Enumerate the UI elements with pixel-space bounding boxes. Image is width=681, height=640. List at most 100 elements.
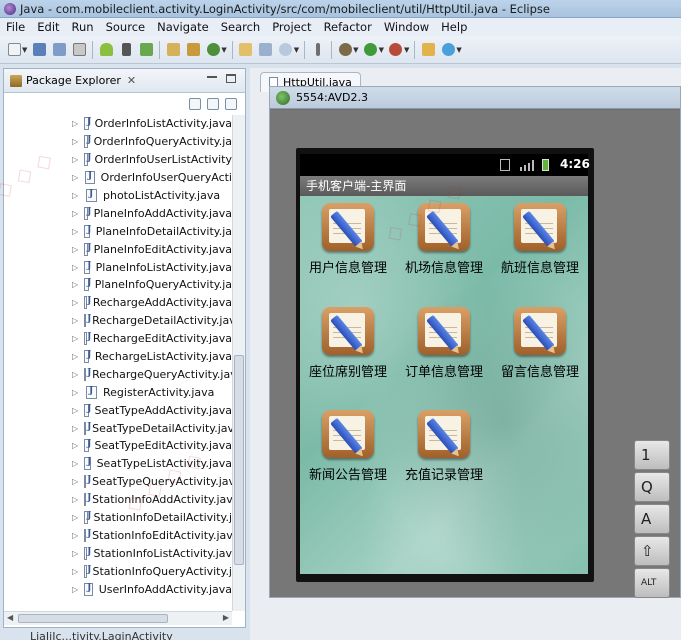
tree-item[interactable]: ▷ RechargeDetailActivity.jav — [4, 312, 232, 330]
chevron-down-icon[interactable]: ▼ — [456, 46, 461, 54]
lint-button[interactable] — [137, 41, 155, 59]
tree-item[interactable]: ▷ RechargeListActivity.java — [4, 348, 232, 366]
device-screen[interactable]: 4:26 手机客户端-主界面 用户信息管理 机场信息管理 航班信息管理 座位席别… — [296, 148, 594, 582]
expand-arrow-icon[interactable]: ▷ — [72, 316, 78, 325]
menu-help[interactable]: Help — [435, 20, 473, 34]
expand-arrow-icon[interactable]: ▷ — [72, 137, 78, 146]
search-button[interactable] — [277, 41, 295, 59]
expand-arrow-icon[interactable]: ▷ — [72, 370, 78, 379]
scroll-left-icon[interactable]: ◀ — [7, 613, 13, 622]
minimize-icon[interactable] — [207, 76, 217, 79]
expand-arrow-icon[interactable]: ▷ — [72, 191, 80, 200]
print-button[interactable] — [70, 41, 88, 59]
expand-arrow-icon[interactable]: ▷ — [72, 388, 80, 397]
vertical-scrollbar[interactable] — [232, 115, 245, 611]
maximize-icon[interactable] — [226, 74, 236, 83]
tree-item[interactable]: ▷ StationInfoListActivity.jav — [4, 544, 232, 562]
expand-arrow-icon[interactable]: ▷ — [72, 477, 78, 486]
tree-item[interactable]: ▷ UserInfoAddActivity.java — [4, 580, 232, 598]
grid-item-flight-info[interactable]: 航班信息管理 — [492, 199, 588, 299]
menu-search[interactable]: Search — [215, 20, 267, 34]
expand-arrow-icon[interactable]: ▷ — [72, 549, 78, 558]
menu-run[interactable]: Run — [66, 20, 100, 34]
tree-item[interactable]: ▷ OrderInfoListActivity.java — [4, 115, 232, 133]
expand-arrow-icon[interactable]: ▷ — [72, 513, 78, 522]
grid-item-recharge[interactable]: 充值记录管理 — [396, 406, 492, 506]
expand-arrow-icon[interactable]: ▷ — [72, 531, 78, 540]
expand-arrow-icon[interactable]: ▷ — [72, 567, 78, 576]
tree-item[interactable]: ▷ RechargeQueryActivity.jav — [4, 365, 232, 383]
scroll-right-icon[interactable]: ▶ — [223, 613, 229, 622]
close-icon[interactable]: ✕ — [127, 74, 136, 87]
grid-item-order-info[interactable]: 订单信息管理 — [396, 303, 492, 403]
chevron-down-icon[interactable]: ▼ — [221, 46, 226, 54]
menu-window[interactable]: Window — [378, 20, 435, 34]
perspective-button[interactable] — [439, 41, 457, 59]
menu-project[interactable]: Project — [266, 20, 317, 34]
chevron-down-icon[interactable]: ▼ — [294, 46, 299, 54]
key-alt[interactable]: ALT — [634, 568, 670, 598]
tree-item[interactable]: ▷ photoListActivity.java — [4, 187, 232, 205]
horizontal-scrollbar[interactable]: ◀ ▶ — [4, 611, 232, 625]
grid-item-seat-class[interactable]: 座位席别管理 — [300, 303, 396, 403]
avd-manager-button[interactable] — [117, 41, 135, 59]
package-explorer-title[interactable]: Package Explorer — [26, 74, 121, 87]
expand-arrow-icon[interactable]: ▷ — [72, 280, 78, 289]
save-all-button[interactable] — [50, 41, 68, 59]
tree-item[interactable]: ▷ PlaneInfoAddActivity.java — [4, 204, 232, 222]
debug-button[interactable] — [336, 41, 354, 59]
tree-item[interactable]: ▷ RechargeAddActivity.java — [4, 294, 232, 312]
tree-item[interactable]: ▷ SeatTypeDetailActivity.jav — [4, 419, 232, 437]
grid-item-news[interactable]: 新闻公告管理 — [300, 406, 396, 506]
chevron-down-icon[interactable]: ▼ — [404, 46, 409, 54]
menu-refactor[interactable]: Refactor — [318, 20, 378, 34]
chevron-down-icon[interactable]: ▼ — [22, 46, 27, 54]
expand-arrow-icon[interactable]: ▷ — [72, 298, 78, 307]
tree-item[interactable]: ▷ PlaneInfoEditActivity.java — [4, 240, 232, 258]
tree-item[interactable]: ▷ PlaneInfoListActivity.java — [4, 258, 232, 276]
run-button[interactable] — [362, 41, 380, 59]
chevron-down-icon[interactable]: ▼ — [379, 46, 384, 54]
new-class-button[interactable] — [204, 41, 222, 59]
key-1[interactable]: 1 — [634, 440, 670, 470]
expand-arrow-icon[interactable]: ▷ — [72, 209, 78, 218]
menu-edit[interactable]: Edit — [31, 20, 65, 34]
expand-arrow-icon[interactable]: ▷ — [72, 263, 78, 272]
expand-arrow-icon[interactable]: ▷ — [72, 424, 78, 433]
tree-item[interactable]: ▷ StationInfoAddActivity.java — [4, 491, 232, 509]
scrollbar-thumb[interactable] — [18, 614, 168, 623]
expand-arrow-icon[interactable]: ▷ — [72, 227, 78, 236]
tree-item[interactable]: ▷ StationInfoEditActivity.jav — [4, 526, 232, 544]
expand-arrow-icon[interactable]: ▷ — [72, 441, 78, 450]
new-wizard-button[interactable] — [419, 41, 437, 59]
tree-item[interactable]: ▷ SeatTypeQueryActivity.jav — [4, 473, 232, 491]
tree-item[interactable]: ▷ RechargeEditActivity.java — [4, 330, 232, 348]
tree-item[interactable]: ▷ PlaneInfoQueryActivity.ja — [4, 276, 232, 294]
expand-arrow-icon[interactable]: ▷ — [72, 406, 78, 415]
menu-source[interactable]: Source — [100, 20, 152, 34]
menu-file[interactable]: File — [0, 20, 31, 34]
collapse-all-icon[interactable] — [189, 98, 201, 110]
external-tools-button[interactable] — [387, 41, 405, 59]
expand-arrow-icon[interactable]: ▷ — [72, 352, 78, 361]
view-menu-icon[interactable] — [225, 98, 237, 110]
expand-arrow-icon[interactable]: ▷ — [72, 119, 78, 128]
grid-item-message-info[interactable]: 留言信息管理 — [492, 303, 588, 403]
grid-item-user-info[interactable]: 用户信息管理 — [300, 199, 396, 299]
expand-arrow-icon[interactable]: ▷ — [72, 155, 78, 164]
expand-arrow-icon[interactable]: ▷ — [72, 459, 78, 468]
scrollbar-thumb[interactable] — [234, 355, 244, 565]
menu-navigate[interactable]: Navigate — [151, 20, 215, 34]
toggle-mark-button[interactable] — [309, 41, 327, 59]
save-button[interactable] — [30, 41, 48, 59]
new-button[interactable] — [5, 41, 23, 59]
tree-item[interactable]: ▷ SeatTypeAddActivity.java — [4, 401, 232, 419]
new-package-button[interactable] — [184, 41, 202, 59]
android-sdk-button[interactable] — [97, 41, 115, 59]
tree-item[interactable]: ▷ SeatTypeListActivity.java — [4, 455, 232, 473]
key-a[interactable]: A — [634, 504, 670, 534]
tree-item[interactable]: ▷ PlaneInfoDetailActivity.ja — [4, 222, 232, 240]
tree-item[interactable]: ▷ SeatTypeEditActivity.java — [4, 437, 232, 455]
key-q[interactable]: Q — [634, 472, 670, 502]
chevron-down-icon[interactable]: ▼ — [353, 46, 358, 54]
